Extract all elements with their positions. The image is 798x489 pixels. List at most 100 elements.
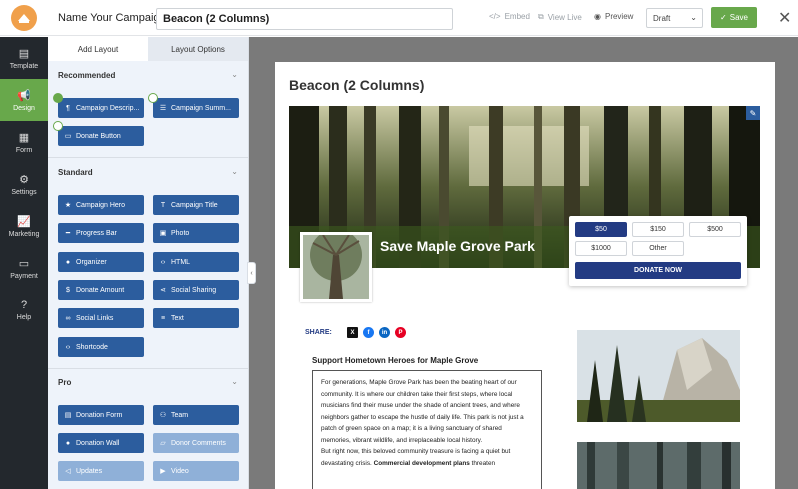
section-pro[interactable]: Pro xyxy=(58,378,71,387)
block-donation-wall[interactable]: ● Donation Wall xyxy=(58,433,144,453)
divider xyxy=(48,157,248,158)
nav-item-help[interactable]: ? Help xyxy=(0,289,48,331)
page-title: Beacon (2 Columns) xyxy=(289,77,425,93)
logo-icon xyxy=(18,14,30,23)
block-progress-bar[interactable]: ━ Progress Bar xyxy=(58,223,144,243)
facebook-icon[interactable]: f xyxy=(363,327,374,338)
block-donation-form[interactable]: ▤ Donation Form xyxy=(58,405,144,425)
chevron-down-icon: ⌄ xyxy=(690,13,697,22)
chevron-down-icon[interactable]: ⌄ xyxy=(231,377,238,386)
left-nav: ▤ Template 📢 Design ▦ Form ⚙ Settings 📈 … xyxy=(0,37,48,489)
top-bar: Name Your Campaign: </> Embed ⧉ View Liv… xyxy=(0,0,798,36)
title-icon: T xyxy=(160,201,166,209)
block-video[interactable]: ▶ Video xyxy=(153,461,239,481)
user-icon: ● xyxy=(65,258,71,266)
nav-item-marketing[interactable]: 📈 Marketing xyxy=(0,205,48,247)
megaphone-icon: 📢 xyxy=(17,89,31,102)
block-html[interactable]: ‹› HTML xyxy=(153,252,239,272)
linkedin-icon[interactable]: in xyxy=(379,327,390,338)
progress-icon: ━ xyxy=(65,230,71,237)
video-icon: ▶ xyxy=(160,468,166,475)
chevron-left-icon: ‹ xyxy=(250,269,253,277)
x-icon[interactable]: X xyxy=(347,327,358,338)
campaign-page: Beacon (2 Columns) ✎ Save Maple Grove Pa… xyxy=(275,62,775,489)
star-icon: ★ xyxy=(64,202,72,209)
close-icon[interactable]: ✕ xyxy=(778,8,791,28)
nav-item-settings[interactable]: ⚙ Settings xyxy=(0,163,48,205)
block-campaign-description[interactable]: ¶ Campaign Descrip... xyxy=(58,98,144,118)
block-team[interactable]: ⚇ Team xyxy=(153,405,239,425)
layout-panel: Add Layout Layout Options Recommended ⌄ … xyxy=(48,37,249,489)
block-shortcode[interactable]: ‹› Shortcode xyxy=(58,337,144,357)
external-link-icon: ⧉ xyxy=(538,12,544,21)
status-dropdown[interactable]: Draft ⌄ xyxy=(646,8,703,28)
embed-button[interactable]: </> Embed xyxy=(489,12,530,21)
nav-item-payment[interactable]: ▭ Payment xyxy=(0,247,48,289)
block-donate-button[interactable]: ▭ Donate Button xyxy=(58,126,144,146)
yosemite-photo xyxy=(577,330,740,422)
block-campaign-title[interactable]: T Campaign Title xyxy=(153,195,239,215)
block-text[interactable]: ≡ Text xyxy=(153,308,239,328)
form-icon: ▤ xyxy=(64,412,72,419)
section-recommended[interactable]: Recommended xyxy=(58,71,115,80)
megaphone-icon: ◁ xyxy=(65,468,71,475)
nav-item-form[interactable]: ▦ Form xyxy=(0,121,48,163)
check-icon: ✓ xyxy=(720,13,727,22)
chevron-down-icon[interactable]: ⌄ xyxy=(231,70,238,79)
block-photo[interactable]: ▣ Photo xyxy=(153,223,239,243)
amount-other[interactable]: Other xyxy=(632,241,684,256)
paragraph-icon: ¶ xyxy=(66,104,70,112)
link-icon: ∞ xyxy=(65,314,71,322)
block-social-sharing[interactable]: ⋖ Social Sharing xyxy=(153,280,239,300)
pinterest-icon[interactable]: P xyxy=(395,327,406,338)
amount-50[interactable]: $50 xyxy=(575,222,627,237)
content-heading: Support Hometown Heroes for Maple Grove xyxy=(312,356,479,365)
pencil-icon[interactable]: ✎ xyxy=(746,106,760,120)
card-icon: ▭ xyxy=(18,257,30,270)
collapse-panel-button[interactable]: ‹ xyxy=(247,262,256,284)
add-indicator xyxy=(148,93,158,103)
block-donate-amount[interactable]: $ Donate Amount xyxy=(58,280,144,300)
block-donor-comments[interactable]: ▱ Donor Comments xyxy=(153,433,239,453)
team-icon: ⚇ xyxy=(159,412,167,419)
campaign-name-input[interactable] xyxy=(156,8,453,30)
image-icon: ▣ xyxy=(159,230,167,237)
block-campaign-summary[interactable]: ☰ Campaign Summ... xyxy=(153,98,239,118)
amount-500[interactable]: $500 xyxy=(689,222,741,237)
divider xyxy=(48,368,248,369)
campaign-name-label: Name Your Campaign: xyxy=(58,12,169,24)
block-updates[interactable]: ◁ Updates xyxy=(58,461,144,481)
block-social-links[interactable]: ∞ Social Links xyxy=(58,308,144,328)
chart-icon: 📈 xyxy=(17,215,31,228)
block-campaign-hero[interactable]: ★ Campaign Hero xyxy=(58,195,144,215)
share-icon: ⋖ xyxy=(160,287,166,294)
view-live-button[interactable]: ⧉ View Live xyxy=(538,12,582,22)
paragraph-2: But right now, this beloved community tr… xyxy=(321,448,511,467)
paragraph-1: For generations, Maple Grove Park has be… xyxy=(321,379,524,444)
donate-now-button[interactable]: DONATE NOW xyxy=(575,262,741,279)
amount-1000[interactable]: $1000 xyxy=(575,241,627,256)
amount-150[interactable]: $150 xyxy=(632,222,684,237)
nav-item-design[interactable]: 📢 Design xyxy=(0,79,48,121)
shortcode-icon: ‹› xyxy=(65,343,71,351)
tab-layout-options[interactable]: Layout Options xyxy=(148,37,248,61)
button-icon: ▭ xyxy=(64,133,72,140)
nav-item-template[interactable]: ▤ Template xyxy=(0,37,48,79)
forest-photo xyxy=(577,442,740,489)
block-organizer[interactable]: ● Organizer xyxy=(58,252,144,272)
share-label: SHARE: xyxy=(305,329,332,336)
save-button[interactable]: ✓ Save xyxy=(711,7,757,28)
code-icon: ‹› xyxy=(160,258,166,266)
app-logo xyxy=(11,5,37,31)
preview-button[interactable]: ◉ Preview xyxy=(594,12,633,21)
list-icon: ☰ xyxy=(159,105,167,112)
tab-add-layout[interactable]: Add Layout xyxy=(48,37,148,61)
chevron-down-icon[interactable]: ⌄ xyxy=(231,167,238,176)
comment-icon: ▱ xyxy=(160,440,166,447)
eye-icon: ◉ xyxy=(594,12,601,21)
section-standard[interactable]: Standard xyxy=(58,168,93,177)
panel-tabs: Add Layout Layout Options xyxy=(48,37,248,61)
campaign-description[interactable]: For generations, Maple Grove Park has be… xyxy=(312,370,542,489)
form-icon: ▦ xyxy=(18,131,30,144)
campaign-title: Save Maple Grove Park xyxy=(380,238,535,254)
